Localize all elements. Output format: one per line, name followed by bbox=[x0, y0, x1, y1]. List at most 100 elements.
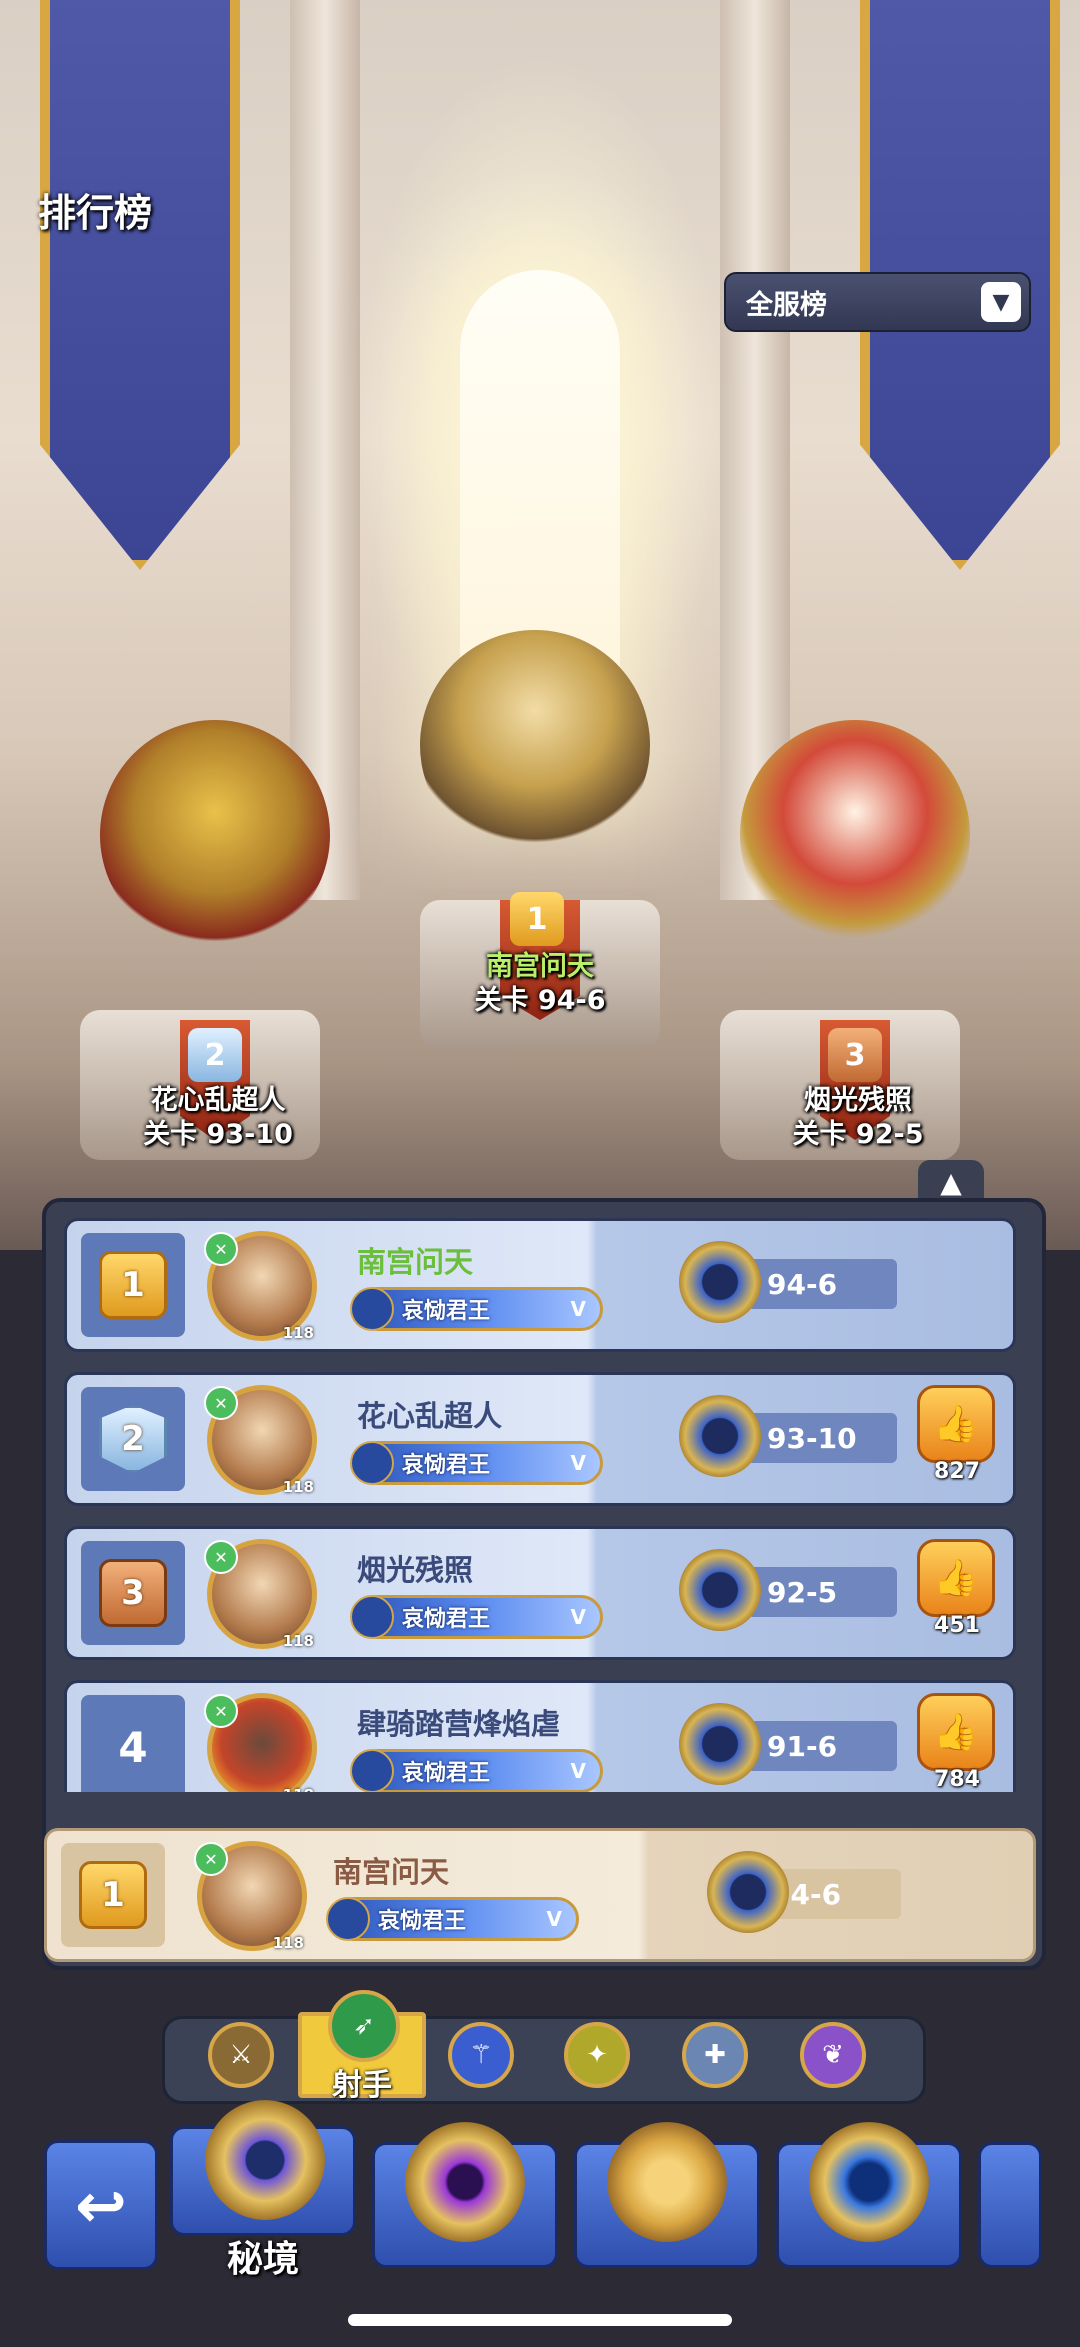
chevron-down-icon: ▼ bbox=[981, 282, 1021, 322]
title-emblem-icon bbox=[326, 1897, 370, 1941]
chevron-up-icon: ▲ bbox=[940, 1165, 962, 1199]
rank-cell: 1 bbox=[81, 1233, 185, 1337]
leaderboard-list[interactable]: 1 ✕ 118 南宫问天 哀恸君王 V 94-6 2 ✕ 118 花心乱超人 哀… bbox=[64, 1218, 1016, 1792]
podium-entry-2[interactable]: 花心乱超人 关卡 93-10 bbox=[88, 1084, 348, 1152]
table-row[interactable]: 4 ✕ 118 肆骑踏营烽焰虐 哀恸君王 V 91-6 👍 784 bbox=[64, 1680, 1016, 1792]
player-level: 118 bbox=[282, 1324, 314, 1342]
stage-value: 93-10 bbox=[747, 1413, 897, 1463]
class-tag-icon: ✕ bbox=[204, 1386, 238, 1420]
rank-cell: 3 bbox=[81, 1541, 185, 1645]
silver-medal-icon: 2 bbox=[99, 1405, 167, 1473]
rank-number: 4 bbox=[118, 1722, 148, 1772]
player-title: 哀恸君王 bbox=[402, 1299, 491, 1324]
class-tag-icon: ✕ bbox=[204, 1694, 238, 1728]
title-tier: V bbox=[570, 1605, 586, 1629]
player-title: 哀恸君王 bbox=[402, 1453, 491, 1478]
player-name: 南宫问天 bbox=[357, 1245, 474, 1279]
like-button[interactable]: 👍 451 bbox=[917, 1539, 997, 1649]
back-arrow-icon: ↩ bbox=[75, 2168, 127, 2242]
thumbs-up-icon: 👍 bbox=[917, 1693, 995, 1771]
player-name: 花心乱超人 bbox=[357, 1399, 503, 1433]
nav-label-secret-realm: 秘境 bbox=[226, 2239, 299, 2280]
hero-rank-3[interactable] bbox=[740, 720, 970, 950]
player-name: 南宫问天 bbox=[333, 1855, 450, 1889]
arena-background: 1 2 3 bbox=[0, 0, 1080, 1250]
hero-rank-2[interactable] bbox=[100, 720, 330, 950]
podium-badge-3: 3 bbox=[828, 1028, 882, 1082]
title-emblem-icon bbox=[350, 1595, 394, 1639]
like-button[interactable]: 👍 784 bbox=[917, 1693, 997, 1792]
stage-emblem-icon bbox=[679, 1395, 761, 1477]
class-tag-icon: ✕ bbox=[204, 1540, 238, 1574]
nav-tab-5[interactable] bbox=[978, 2142, 1042, 2268]
stage-value: 92-5 bbox=[747, 1567, 897, 1617]
class-tag-icon: ✕ bbox=[204, 1232, 238, 1266]
player-name: 肆骑踏营烽焰虐 bbox=[357, 1707, 561, 1741]
rank-cell: 1 bbox=[61, 1843, 165, 1947]
thumbs-up-icon: 👍 bbox=[917, 1385, 995, 1463]
player-level: 118 bbox=[283, 1786, 314, 1792]
blade-assassin-icon[interactable]: ✦ bbox=[564, 2022, 630, 2088]
player-title-badge: 哀恸君王 V bbox=[350, 1595, 603, 1639]
player-level: 118 bbox=[272, 1934, 304, 1952]
player-level: 118 bbox=[282, 1478, 314, 1496]
stage-emblem-icon bbox=[679, 1241, 761, 1323]
table-row[interactable]: 2 ✕ 118 花心乱超人 哀恸君王 V 93-10 👍 827 bbox=[64, 1372, 1016, 1506]
player-title-badge: 哀恸君王 V bbox=[350, 1441, 603, 1485]
title-tier: V bbox=[570, 1451, 586, 1475]
stage-value: 94-6 bbox=[747, 1259, 897, 1309]
podium-stage-3: 关卡 92-5 bbox=[792, 1119, 924, 1150]
page-title: 排行榜 bbox=[38, 191, 153, 235]
title-emblem-icon bbox=[350, 1287, 394, 1331]
avatar[interactable]: ✕ 118 bbox=[204, 1539, 317, 1650]
player-title: 哀恸君王 bbox=[402, 1607, 491, 1632]
title-tier: V bbox=[570, 1759, 586, 1783]
home-indicator[interactable] bbox=[348, 2314, 732, 2326]
podium-stage-1: 关卡 94-6 bbox=[474, 985, 606, 1016]
stage-value: 91-6 bbox=[747, 1721, 897, 1771]
axe-warrior-icon[interactable]: ⚔ bbox=[208, 2022, 274, 2088]
rank-cell: 4 bbox=[81, 1695, 185, 1792]
gold-medal-icon: 1 bbox=[79, 1861, 147, 1929]
podium-entry-3[interactable]: 烟光残照 关卡 92-5 bbox=[728, 1084, 988, 1152]
crown-emblem-icon bbox=[607, 2122, 727, 2242]
purple-orb-emblem-icon bbox=[405, 2122, 525, 2242]
player-title-badge: 哀恸君王 V bbox=[326, 1897, 579, 1941]
stage-emblem-icon bbox=[707, 1851, 789, 1933]
gold-medal-icon: 1 bbox=[99, 1251, 167, 1319]
rank-cell: 2 bbox=[81, 1387, 185, 1491]
bronze-medal-icon: 3 bbox=[99, 1559, 167, 1627]
my-rank-row[interactable]: 1 ✕ 118 南宫问天 哀恸君王 V 94-6 bbox=[44, 1828, 1036, 1962]
avatar[interactable]: ✕ 118 bbox=[204, 1385, 317, 1496]
stage-emblem-icon bbox=[679, 1703, 761, 1785]
avatar[interactable]: ✕ 118 bbox=[204, 1231, 317, 1342]
wing-support-icon[interactable]: ❦ bbox=[800, 2022, 866, 2088]
dropdown-selected-label: 全服榜 bbox=[746, 289, 827, 321]
podium-entry-1[interactable]: 南宫问天 关卡 94-6 bbox=[410, 950, 670, 1018]
podium-badge-1: 1 bbox=[510, 892, 564, 946]
player-title: 哀恸君王 bbox=[402, 1761, 491, 1786]
staff-mage-icon[interactable]: ⚚ bbox=[448, 2022, 514, 2088]
hero-rank-1[interactable] bbox=[420, 630, 650, 860]
bow-archer-icon[interactable]: ➶ bbox=[328, 1990, 400, 2062]
server-scope-dropdown[interactable]: 全服榜 ▼ bbox=[724, 272, 1031, 332]
like-count: 784 bbox=[934, 1767, 980, 1792]
thumbs-up-icon: 👍 bbox=[917, 1539, 995, 1617]
back-button[interactable]: ↩ bbox=[44, 2140, 158, 2270]
table-row[interactable]: 1 ✕ 118 南宫问天 哀恸君王 V 94-6 bbox=[64, 1218, 1016, 1352]
cross-priest-icon[interactable]: ✚ bbox=[682, 2022, 748, 2088]
title-emblem-icon bbox=[350, 1749, 394, 1792]
podium-name-3: 烟光残照 bbox=[804, 1085, 912, 1116]
like-button[interactable]: 👍 827 bbox=[917, 1385, 997, 1495]
player-level: 118 bbox=[282, 1632, 314, 1650]
title-tier: V bbox=[570, 1297, 586, 1321]
title-tier: V bbox=[546, 1907, 562, 1931]
podium-name-2: 花心乱超人 bbox=[150, 1085, 286, 1116]
table-row[interactable]: 3 ✕ 118 烟光残照 哀恸君王 V 92-5 👍 451 bbox=[64, 1526, 1016, 1660]
player-title: 哀恸君王 bbox=[378, 1909, 467, 1934]
secret-realm-icon bbox=[205, 2100, 325, 2220]
avatar[interactable]: ✕ 118 bbox=[194, 1841, 307, 1952]
podium-name-1: 南宫问天 bbox=[486, 951, 594, 982]
stage-emblem-icon bbox=[679, 1549, 761, 1631]
avatar[interactable]: ✕ 118 bbox=[204, 1693, 317, 1792]
